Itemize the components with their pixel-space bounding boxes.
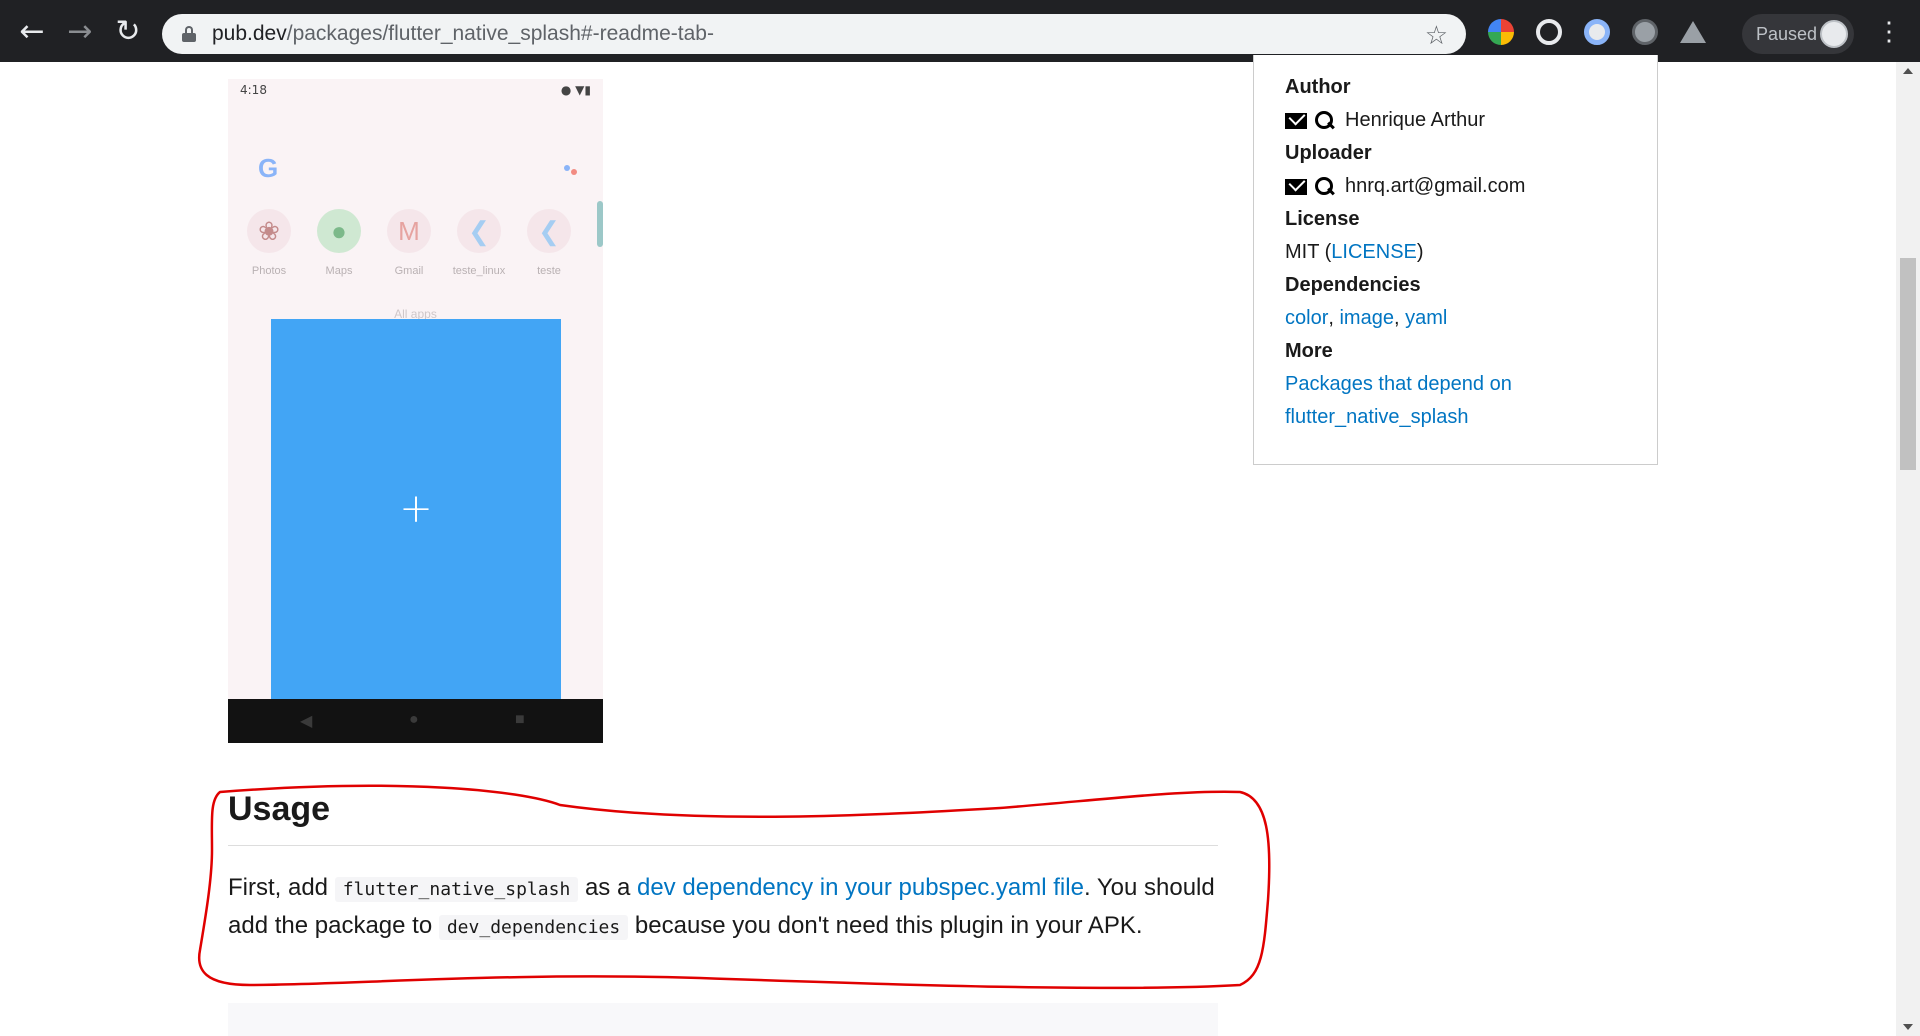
dependencies-row: color, image, yaml [1285, 302, 1645, 335]
extension-globe-icon[interactable] [1632, 19, 1658, 45]
app-maps: ● Maps [304, 209, 374, 277]
forward-arrow-icon[interactable]: → [56, 7, 104, 55]
code-dev-dependencies: dev_dependencies [438, 915, 629, 940]
phone-scroll-thumb [597, 201, 603, 247]
more-link-line1[interactable]: Packages that depend on [1285, 368, 1645, 401]
back-arrow-icon[interactable]: ← [8, 7, 56, 55]
extension-drive-icon[interactable] [1680, 21, 1706, 43]
license-heading: License [1285, 208, 1360, 230]
extension-colorful-icon[interactable] [1488, 19, 1514, 45]
assistant-icon [564, 165, 578, 175]
phone-status-icons: ● ▼▮ [560, 83, 591, 97]
phone-status-bar: 4:18 ● ▼▮ [228, 79, 603, 101]
dependency-link-image[interactable]: image [1339, 302, 1393, 335]
license-text: MIT ( [1285, 241, 1332, 263]
flutter-icon: ❮ [527, 209, 571, 253]
profile-status: Paused [1756, 23, 1818, 44]
extension-ring-icon[interactable] [1584, 19, 1610, 45]
page-scrollbar[interactable] [1896, 62, 1920, 1036]
dependency-link-color[interactable]: color [1285, 302, 1328, 335]
maps-icon: ● [317, 209, 361, 253]
author-heading: Author [1285, 76, 1351, 98]
kebab-menu-icon[interactable]: ⋮ [1876, 17, 1902, 45]
nav-home-icon: ● [409, 711, 419, 728]
dependencies-heading: Dependencies [1285, 274, 1421, 296]
scroll-thumb[interactable] [1900, 258, 1916, 470]
uploader-email: hnrq.art@gmail.com [1345, 175, 1526, 197]
app-gmail: M Gmail [374, 209, 444, 277]
star-icon[interactable]: ☆ [1425, 20, 1448, 51]
flutter-icon: ❮ [457, 209, 501, 253]
license-close: ) [1416, 241, 1424, 263]
dev-dependency-link[interactable]: dev dependency in your pubspec.yaml file [637, 874, 1084, 901]
scroll-down-icon[interactable] [1903, 1024, 1913, 1030]
phone-time: 4:18 [240, 83, 267, 97]
usage-heading: Usage [228, 790, 331, 828]
google-g-icon: G [258, 153, 279, 183]
dependency-link-yaml[interactable]: yaml [1405, 302, 1447, 335]
divider [228, 845, 1218, 846]
author-name: Henrique Arthur [1345, 109, 1486, 131]
code-block [228, 1003, 1218, 1036]
scroll-up-icon[interactable] [1903, 68, 1913, 74]
app-photos: ❀ Photos [234, 209, 304, 277]
usage-paragraph: First, add flutter_native_splash as a de… [228, 874, 1215, 940]
browser-toolbar: ← → ↻ pub.dev/packages/flutter_native_sp… [0, 0, 1920, 62]
app-teste-linux: ❮ teste_linux [444, 209, 514, 277]
nav-back-icon: ◀ [300, 713, 313, 730]
reload-icon[interactable]: ↻ [104, 7, 152, 55]
splash-card: + [271, 319, 561, 699]
lock-icon [182, 26, 196, 42]
license-link[interactable]: LICENSE [1331, 236, 1417, 269]
address-bar[interactable]: pub.dev/packages/flutter_native_splash#-… [162, 14, 1466, 54]
search-icon[interactable] [1315, 110, 1335, 131]
url-text[interactable]: pub.dev/packages/flutter_native_splash#-… [212, 22, 714, 46]
envelope-icon[interactable] [1285, 178, 1307, 195]
author-row: Henrique Arthur [1285, 104, 1645, 137]
app-teste: ❮ teste [514, 209, 584, 277]
envelope-icon[interactable] [1285, 112, 1307, 129]
uploader-heading: Uploader [1285, 142, 1372, 164]
avatar [1820, 20, 1848, 48]
plus-icon: + [399, 486, 433, 532]
phone-nav-bar: ◀ ● ■ [228, 699, 603, 743]
google-search-bar: G [248, 149, 588, 189]
more-heading: More [1285, 340, 1333, 362]
license-row: MIT (LICENSE) [1285, 236, 1645, 269]
profile-button[interactable]: Paused [1742, 14, 1854, 54]
more-link-line2[interactable]: flutter_native_splash [1285, 401, 1645, 434]
gmail-icon: M [387, 209, 431, 253]
code-flutter-native-splash: flutter_native_splash [334, 877, 579, 902]
search-icon[interactable] [1315, 176, 1335, 197]
demo-screenshot: 4:18 ● ▼▮ G ❀ Photos ● Maps M Gmail ❮ teste_… [228, 79, 603, 743]
phone-app-row: ❀ Photos ● Maps M Gmail ❮ teste_linux ❮ teste [228, 209, 603, 289]
uploader-row: hnrq.art@gmail.com [1285, 170, 1645, 203]
nav-recents-icon: ■ [515, 711, 525, 728]
package-metadata-panel: Author Henrique Arthur Uploader hnrq.art… [1253, 55, 1658, 465]
extension-circle-icon[interactable] [1536, 19, 1562, 45]
photos-icon: ❀ [247, 209, 291, 253]
